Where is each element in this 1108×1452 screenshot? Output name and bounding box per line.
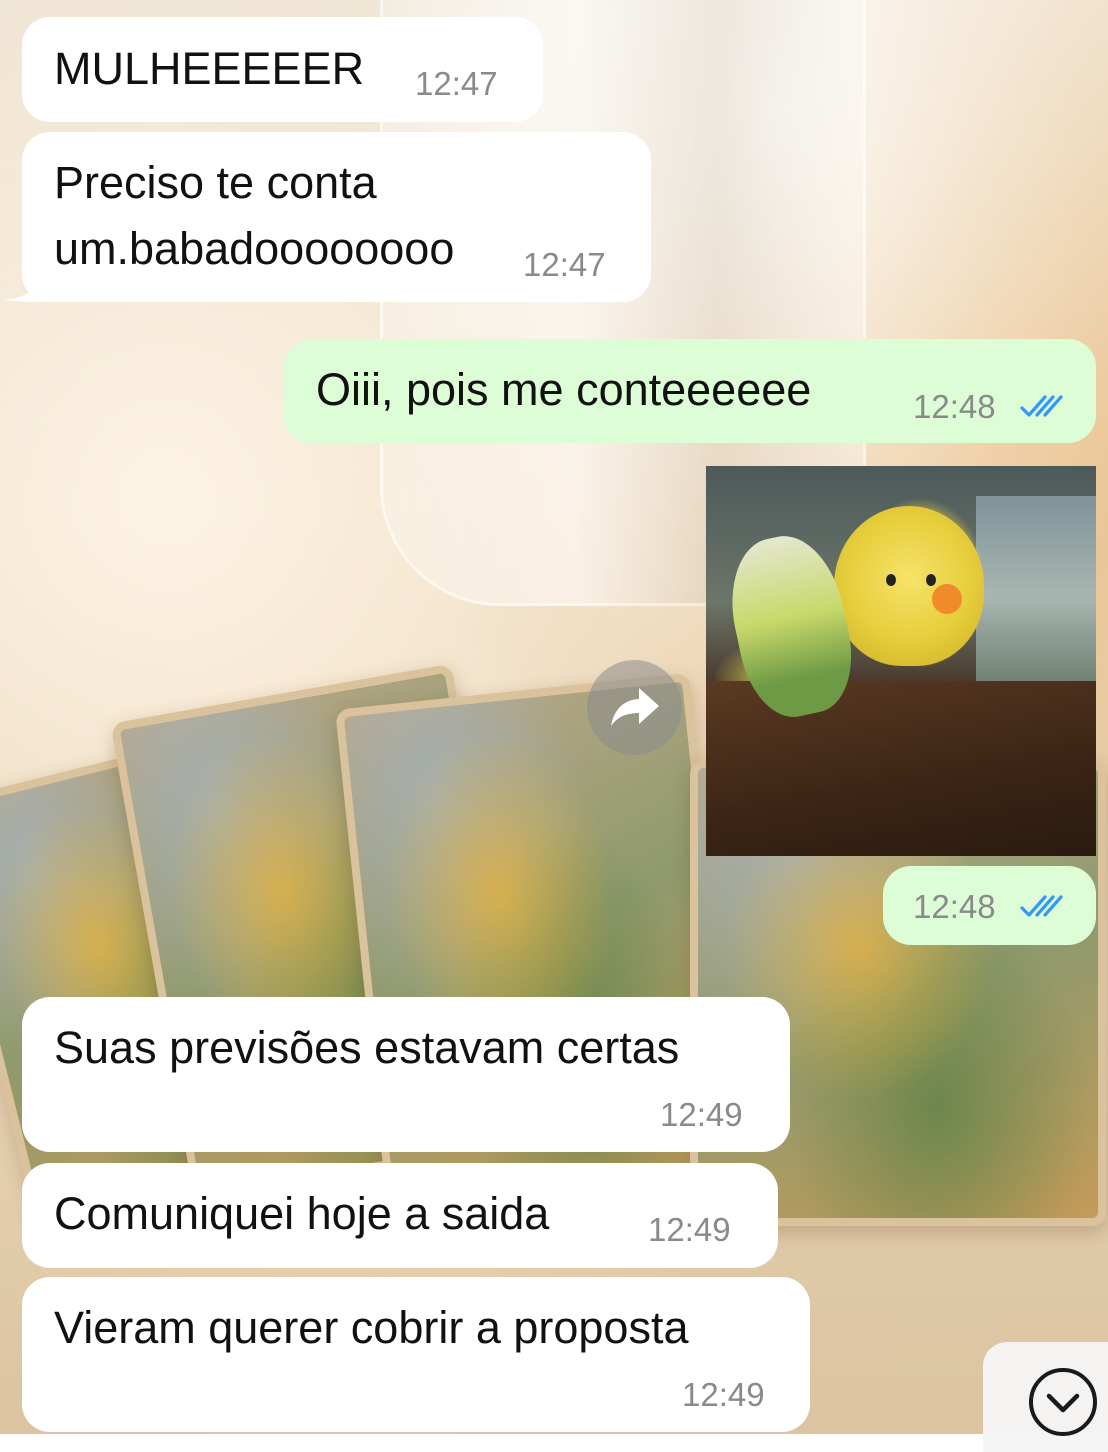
message-time: 12:49 [648,1211,731,1248]
chevron-down-icon [1029,1368,1097,1436]
message-time: 12:49 [660,1096,743,1133]
bubble-tail [4,270,44,302]
scroll-to-bottom-button[interactable] [983,1342,1108,1452]
forward-arrow-icon [611,688,659,726]
double-check-icon [1020,895,1063,917]
outgoing-media-caption[interactable]: 12:48 [883,866,1096,945]
gif-message-media[interactable] [706,466,1096,856]
incoming-message[interactable]: Preciso te conta um.babadoooooooo 12:47 [4,132,651,302]
gif-table [706,681,1096,856]
plush-eye [886,574,896,586]
message-time: 12:48 [913,388,996,425]
message-text-line: Preciso te conta [54,157,377,208]
incoming-message[interactable]: Vieram querer cobrir a proposta 12:49 [22,1277,810,1432]
incoming-message[interactable]: MULHEEEEER 12:47 [22,17,543,122]
plush-eye [926,574,936,586]
outgoing-message[interactable]: Oiii, pois me conteeeeee 12:48 [284,339,1096,443]
plush-cheek [932,584,962,614]
message-text: MULHEEEEER [54,43,365,94]
message-time: 12:49 [682,1376,765,1413]
message-text: Suas previsões estavam certas [54,1022,680,1073]
message-time: 12:47 [523,246,606,283]
message-text: Vieram querer cobrir a proposta [54,1302,689,1353]
incoming-message[interactable]: Comuniquei hoje a saida 12:49 [22,1163,778,1268]
message-text: Comuniquei hoje a saida [54,1188,550,1239]
double-check-icon [1020,395,1063,417]
gif-plush-toy [834,506,984,666]
gif-background-shelf [976,496,1096,696]
forward-button[interactable] [587,660,682,755]
message-time: 12:47 [415,65,498,102]
message-text-line: um.babadoooooooo [54,223,455,274]
incoming-message[interactable]: Suas previsões estavam certas 12:49 [22,997,790,1152]
message-time: 12:48 [913,888,996,925]
message-text: Oiii, pois me conteeeeee [316,364,812,415]
